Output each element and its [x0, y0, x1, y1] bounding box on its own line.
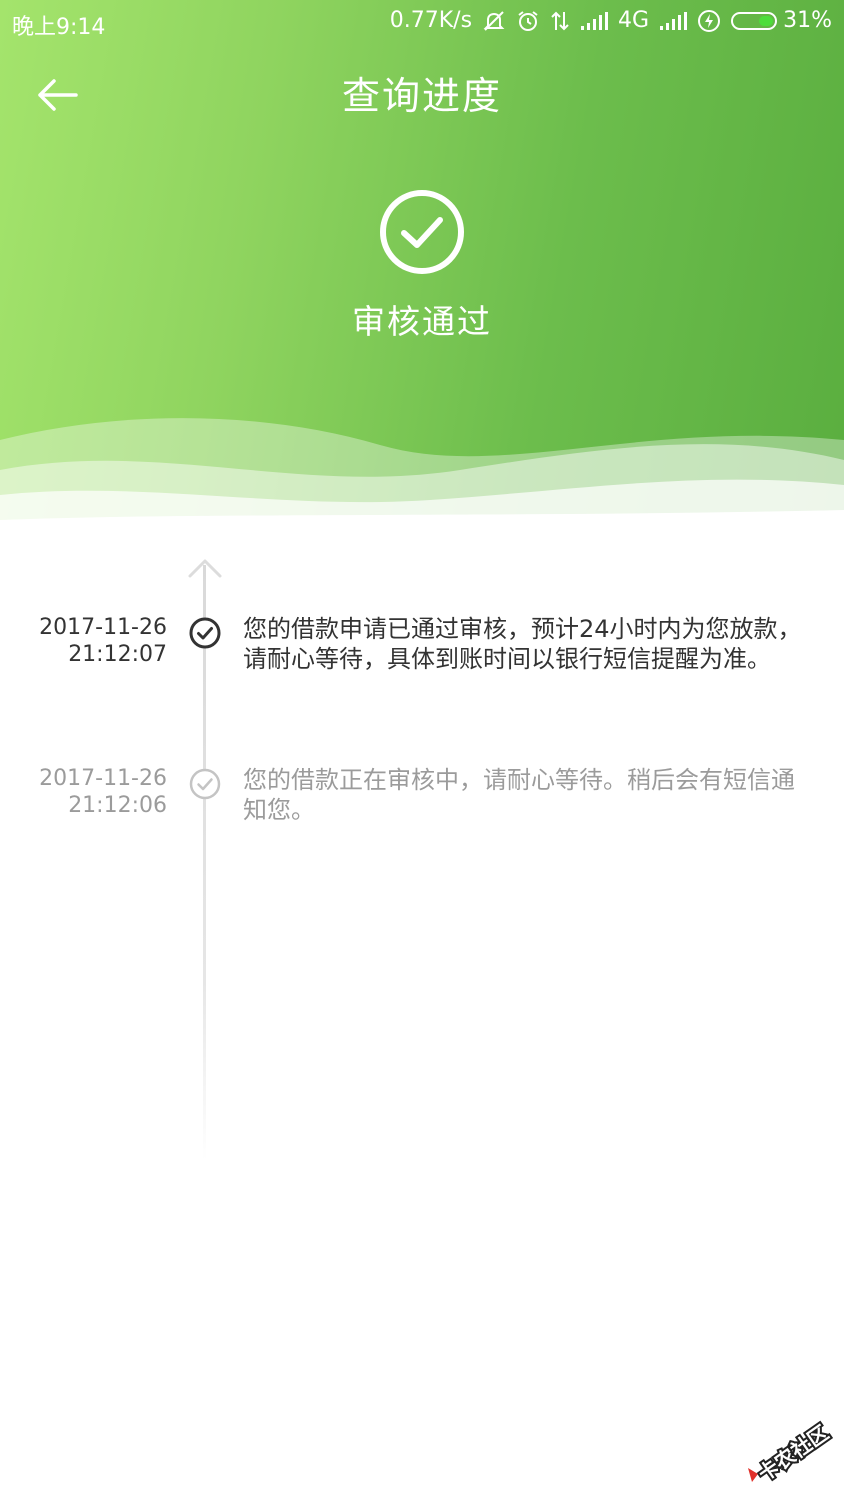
battery-indicator: 31%	[731, 8, 832, 33]
timeline-message: 您的借款申请已通过审核，预计24小时内为您放款，请耐心等待，具体到账时间以银行短…	[243, 615, 802, 673]
check-circle-icon	[380, 190, 464, 274]
battery-percent: 31%	[783, 8, 832, 33]
check-circle-icon	[189, 617, 221, 649]
signal-icon	[660, 11, 688, 30]
mute-icon	[483, 10, 505, 31]
approval-status-icon	[378, 188, 466, 276]
status-bar: 晚上9:14 0.77K/s 4G 31%	[0, 0, 844, 44]
wave-decoration	[0, 418, 844, 540]
page-title: 查询进度	[341, 74, 502, 118]
watermark-logo: 卡农社区	[742, 1408, 842, 1488]
charging-icon	[698, 9, 721, 32]
network-type: 4G	[618, 8, 650, 33]
review-status-label: 审核通过	[352, 302, 492, 341]
timeline-arrow-up-icon	[188, 559, 222, 578]
check-circle-icon	[189, 768, 221, 800]
svg-text:卡农社区: 卡农社区	[754, 1420, 833, 1486]
data-arrows-icon	[551, 11, 569, 30]
timeline-time: 21:12:07	[68, 642, 167, 667]
timeline-message: 您的借款正在审核中，请耐心等待。稍后会有短信通知您。	[243, 766, 795, 824]
signal-icon	[581, 11, 609, 30]
net-speed: 0.77K/s	[389, 8, 473, 33]
timeline-date: 2017-11-26	[39, 766, 167, 791]
status-time: 晚上9:14	[12, 15, 106, 40]
header-banner: 晚上9:14 0.77K/s 4G 31% 查询进度 审核通过	[0, 0, 844, 540]
timeline-time: 21:12:06	[68, 793, 167, 818]
timeline-datetime: 2017-11-26 21:12:07	[39, 614, 167, 668]
battery-icon	[731, 11, 778, 30]
timeline-line	[203, 565, 206, 1160]
status-indicators: 0.77K/s 4G 31%	[390, 8, 832, 33]
alarm-icon	[518, 10, 538, 31]
timeline-date: 2017-11-26	[39, 615, 167, 640]
timeline-datetime: 2017-11-26 21:12:06	[39, 765, 167, 819]
